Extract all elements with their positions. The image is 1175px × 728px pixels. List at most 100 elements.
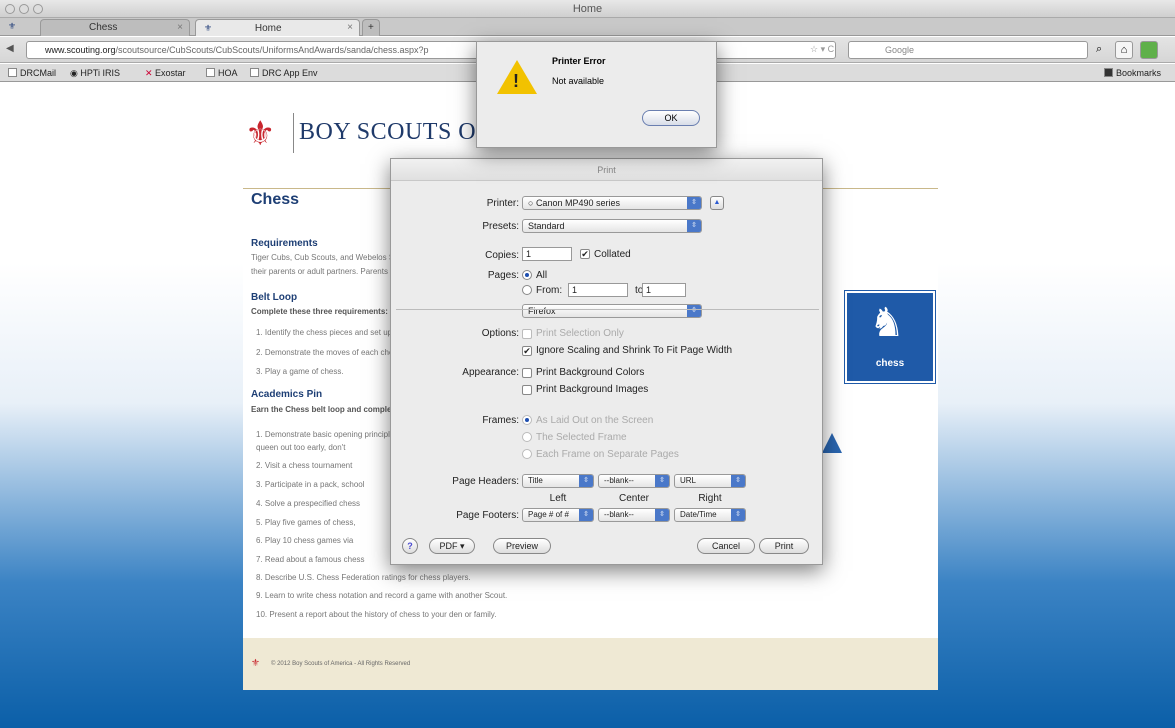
window-title: Home xyxy=(572,3,603,15)
bookmarks-menu[interactable]: Bookmarks xyxy=(1104,64,1161,82)
col-center-label: Center xyxy=(618,493,649,504)
header-left-select[interactable]: Title ⇳ xyxy=(522,474,594,488)
section-select[interactable]: Firefox ⇳ xyxy=(522,304,702,318)
col-left-label: Left xyxy=(549,493,567,504)
back-icon[interactable]: ◀ xyxy=(6,43,14,54)
disclosure-button[interactable]: ▲ xyxy=(710,196,724,210)
bookmark-drcmail[interactable]: DRCMail xyxy=(8,64,56,82)
tab-label: Home xyxy=(254,23,282,34)
header-center-select[interactable]: --blank-- ⇳ xyxy=(598,474,670,488)
footer-copyright: © 2012 Boy Scouts of America - All Right… xyxy=(271,661,411,667)
chevron-updown-icon: ⇳ xyxy=(655,475,669,487)
printer-status-icon: ○ xyxy=(528,198,536,208)
globe-icon: ◉ xyxy=(70,68,81,78)
print-selection-checkbox xyxy=(522,329,532,339)
tab-label: Chess xyxy=(89,22,118,33)
chevron-updown-icon: ⇳ xyxy=(579,475,593,487)
pdf-button[interactable]: PDF ▾ xyxy=(429,538,475,554)
search-icon[interactable]: ⌕ xyxy=(1096,43,1102,56)
bookmark-hoa[interactable]: HOA xyxy=(206,64,238,82)
search-placeholder: Google xyxy=(885,45,915,55)
x-icon: ✕ xyxy=(145,68,156,78)
list-item: 7. Read about a famous chess xyxy=(256,555,365,564)
help-button[interactable]: ? xyxy=(402,538,418,554)
url-path: /scoutsource/CubScouts/CubScouts/Uniform… xyxy=(115,45,429,55)
page-footers-label: Page Footers: xyxy=(456,510,519,521)
belt-loop-heading: Belt Loop xyxy=(251,292,298,303)
page-footer: ⚜ © 2012 Boy Scouts of America - All Rig… xyxy=(243,638,938,690)
pages-from-label: From: xyxy=(536,285,563,296)
addon-icon[interactable] xyxy=(1140,41,1158,59)
collated-checkbox[interactable]: ✔ xyxy=(580,249,590,259)
new-tab-button[interactable]: + xyxy=(362,19,380,36)
list-item: 4. Solve a prespecified chess xyxy=(256,499,361,508)
copies-label: Copies: xyxy=(485,250,519,261)
tab-bar: ⚜ Chess × ⚜ Home × + xyxy=(0,18,1175,36)
page-icon xyxy=(206,68,215,77)
presets-select[interactable]: Standard ⇳ xyxy=(522,219,702,233)
bookmark-star-icon[interactable]: ☆ ▾ C xyxy=(810,44,834,55)
footer-left-select[interactable]: Page # of # ⇳ xyxy=(522,508,594,522)
preview-button[interactable]: Preview xyxy=(493,538,551,554)
window-titlebar: Home xyxy=(0,0,1175,18)
bookmark-exostar[interactable]: ✕ Exostar xyxy=(145,64,186,82)
url-domain: www.scouting.org xyxy=(45,45,116,55)
list-item: 3. Participate in a pack, school xyxy=(256,480,365,489)
search-field[interactable]: Google xyxy=(848,41,1088,59)
tab-chess[interactable]: Chess × xyxy=(40,19,190,36)
bookmark-drc-app-env[interactable]: DRC App Env xyxy=(250,64,318,82)
chevron-updown-icon: ⇳ xyxy=(687,220,701,232)
error-message: Not available xyxy=(552,76,605,86)
header-right-select[interactable]: URL ⇳ xyxy=(674,474,746,488)
ignore-scaling-checkbox[interactable]: ✔ xyxy=(522,346,532,356)
printer-error-dialog: ! Printer Error Not available OK xyxy=(476,41,717,148)
tab-close-icon[interactable]: × xyxy=(177,20,183,36)
print-bg-images-checkbox[interactable] xyxy=(522,385,532,395)
bookmark-hpti-iris[interactable]: ◉ HPTi IRIS xyxy=(70,64,120,82)
frames-separate-label: Each Frame on Separate Pages xyxy=(536,449,679,460)
pages-label: Pages: xyxy=(487,270,519,281)
printer-select[interactable]: ○ Canon MP490 series ⇳ xyxy=(522,196,702,210)
pin-image xyxy=(822,433,842,453)
print-button[interactable]: Print xyxy=(759,538,809,554)
frames-label: Frames: xyxy=(482,415,519,426)
bsa-favicon-icon: ⚜ xyxy=(8,21,17,31)
ok-button[interactable]: OK xyxy=(642,110,700,126)
cancel-button[interactable]: Cancel xyxy=(697,538,755,554)
footer-center-select[interactable]: --blank-- ⇳ xyxy=(598,508,670,522)
copies-input[interactable]: 1 xyxy=(522,247,572,261)
belt-loop-intro: Complete these three requirements: xyxy=(251,307,388,316)
print-dialog-title: Print xyxy=(391,159,822,181)
print-dialog: Print Printer: ○ Canon MP490 series ⇳ ▲ P… xyxy=(390,158,823,565)
pages-to-input[interactable]: 1 xyxy=(642,283,686,297)
warning-exclamation: ! xyxy=(513,71,519,91)
pages-all-radio[interactable] xyxy=(522,270,532,280)
pages-all-label: All xyxy=(536,270,548,281)
home-icon[interactable]: ⌂ xyxy=(1115,41,1133,59)
chess-knight-icon: ♞ xyxy=(869,301,905,345)
tab-close-icon[interactable]: × xyxy=(347,20,353,36)
pages-from-input[interactable]: 1 xyxy=(568,283,628,297)
frames-laid-out-radio xyxy=(522,415,532,425)
page-icon xyxy=(250,68,259,77)
page-icon xyxy=(8,68,17,77)
frames-laid-out-label: As Laid Out on the Screen xyxy=(536,415,654,426)
zoom-window-icon[interactable] xyxy=(33,4,43,14)
badge-label: chess xyxy=(875,358,905,369)
tab-home[interactable]: ⚜ Home × xyxy=(195,19,360,36)
print-bg-colors-checkbox[interactable] xyxy=(522,368,532,378)
list-item: queen out too early, don't xyxy=(256,443,346,452)
page-headers-label: Page Headers: xyxy=(452,476,519,487)
fleur-de-lis-icon: ⚜ xyxy=(251,658,260,669)
fleur-de-lis-icon: ⚜ xyxy=(245,115,276,153)
chess-badge: ♞ chess xyxy=(845,291,935,383)
col-right-label: Right xyxy=(698,493,722,504)
minimize-window-icon[interactable] xyxy=(19,4,29,14)
print-bg-colors-label: Print Background Colors xyxy=(536,367,645,378)
footer-right-select[interactable]: Date/Time ⇳ xyxy=(674,508,746,522)
options-label: Options: xyxy=(481,328,519,339)
pages-from-radio[interactable] xyxy=(522,285,532,295)
close-window-icon[interactable] xyxy=(5,4,15,14)
page-title: Chess xyxy=(251,191,300,208)
pin-heading: Academics Pin xyxy=(251,389,323,400)
